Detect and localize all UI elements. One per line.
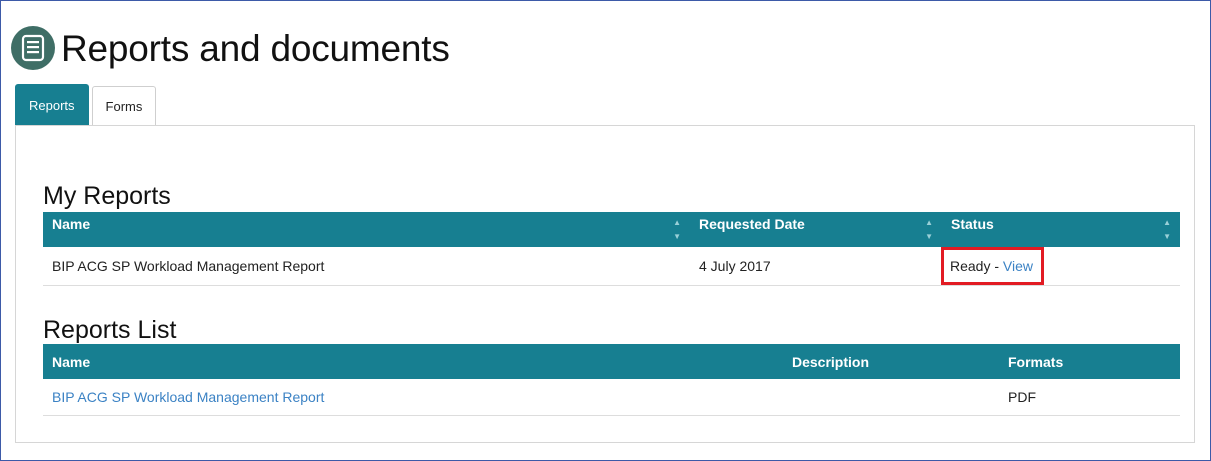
- column-label: Status: [951, 215, 994, 232]
- report-link[interactable]: BIP ACG SP Workload Management Report: [52, 389, 324, 405]
- requested-date: 4 July 2017: [690, 247, 942, 286]
- reports-list-table: Name Description Formats BIP ACG SP Work…: [43, 344, 1180, 416]
- my-reports-table: Name ▲ ▼ Requested Date ▲ ▼ Status ▲ ▼ BIP …: [43, 212, 1180, 286]
- column-header-requested-date[interactable]: Requested Date ▲ ▼: [690, 212, 942, 247]
- column-header-description: Description: [783, 344, 999, 379]
- report-name-link[interactable]: BIP ACG SP Workload Management Report: [43, 379, 783, 416]
- sort-icon[interactable]: ▲ ▼: [1163, 216, 1171, 244]
- report-description: [783, 379, 999, 416]
- table-row: BIP ACG SP Workload Management Report PD…: [43, 379, 1180, 416]
- column-label: Requested Date: [699, 215, 805, 232]
- tab-bar: Reports Forms: [15, 84, 157, 126]
- reports-panel: My Reports Name ▲ ▼ Requested Date ▲ ▼ Sta…: [15, 125, 1195, 443]
- view-link[interactable]: View: [1003, 258, 1033, 274]
- reports-list-heading: Reports List: [43, 316, 177, 344]
- status-highlight: Ready - View: [941, 247, 1045, 285]
- sort-icon[interactable]: ▲ ▼: [925, 216, 933, 244]
- tab-forms[interactable]: Forms: [91, 86, 157, 126]
- table-row: BIP ACG SP Workload Management Report 4 …: [43, 247, 1180, 286]
- status-cell: Ready - View: [941, 247, 1180, 286]
- column-header-name[interactable]: Name ▲ ▼: [43, 212, 690, 247]
- table-header-row: Name ▲ ▼ Requested Date ▲ ▼ Status ▲ ▼: [43, 212, 1180, 247]
- column-header-status[interactable]: Status ▲ ▼: [942, 212, 1180, 247]
- status-separator: -: [990, 258, 1003, 274]
- page-title: Reports and documents: [61, 27, 450, 69]
- column-header-name: Name: [43, 344, 783, 379]
- report-name: BIP ACG SP Workload Management Report: [43, 247, 690, 286]
- tab-reports[interactable]: Reports: [15, 84, 89, 126]
- my-reports-heading: My Reports: [43, 182, 171, 210]
- column-label: Name: [52, 215, 91, 232]
- document-icon: [11, 26, 55, 70]
- sort-icon[interactable]: ▲ ▼: [673, 216, 681, 244]
- table-header-row: Name Description Formats: [43, 344, 1180, 379]
- status-text: Ready: [950, 258, 991, 274]
- column-header-formats: Formats: [999, 344, 1180, 379]
- page-header: Reports and documents: [11, 23, 450, 73]
- report-format[interactable]: PDF: [999, 379, 1180, 416]
